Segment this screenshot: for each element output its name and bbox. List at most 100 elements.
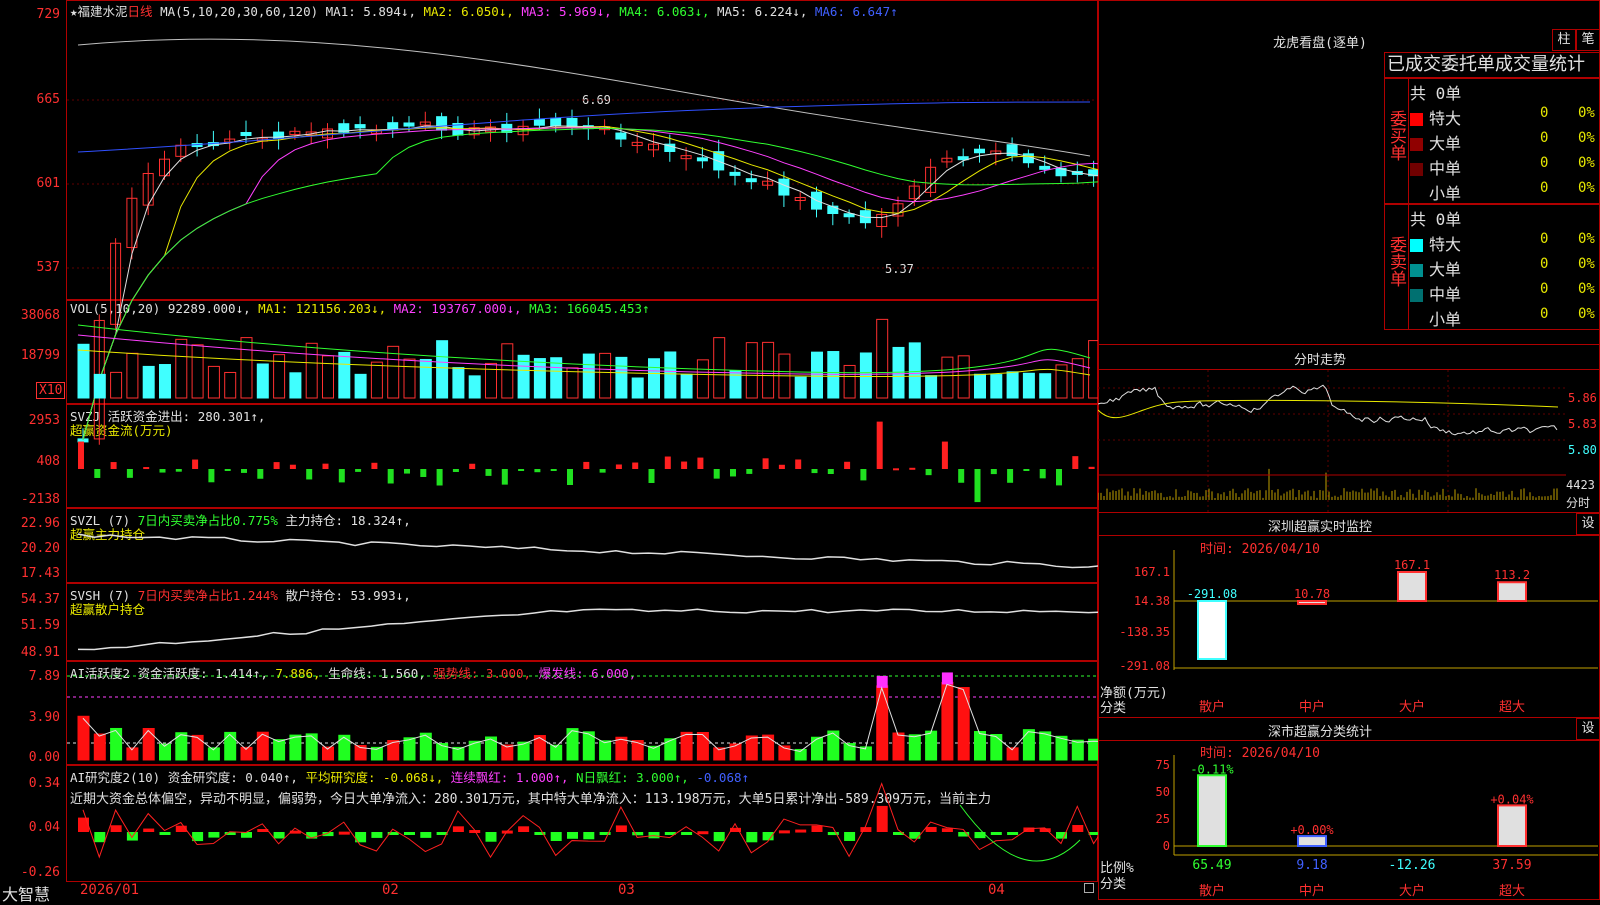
monitor-category-label: 大户 bbox=[1399, 699, 1425, 715]
buy-row-vol: 0 bbox=[1540, 155, 1549, 171]
monitor-value-label: 10.78 bbox=[1294, 587, 1330, 601]
buy-row-vol: 0 bbox=[1540, 130, 1549, 146]
buy-row-pct: 0% bbox=[1578, 130, 1595, 146]
intraday-title: 分时走势 bbox=[1293, 353, 1346, 368]
intraday-chart[interactable] bbox=[1098, 370, 1566, 512]
classify-title: 深市超赢分类统计 bbox=[1267, 725, 1372, 740]
vol-bar bbox=[696, 359, 709, 399]
vol-bar bbox=[93, 373, 106, 399]
tick-mode-button[interactable]: 笔 bbox=[1576, 29, 1600, 51]
sell-side-label: 委卖单 bbox=[1386, 236, 1406, 287]
buy-row: 特大 bbox=[1410, 105, 1461, 129]
svzj-bar bbox=[811, 469, 818, 474]
buy-total: 共 0单 bbox=[1410, 84, 1462, 103]
candle-body bbox=[240, 132, 252, 137]
color-swatch-icon bbox=[1410, 239, 1423, 252]
ai1-bar bbox=[811, 736, 823, 761]
svzj-bar bbox=[241, 469, 247, 473]
classify-bottom-label: 9.18 bbox=[1296, 858, 1327, 873]
classify-y-label: 50 bbox=[1156, 785, 1170, 799]
ai2-bar bbox=[452, 826, 464, 832]
ai2-bar bbox=[1072, 825, 1084, 832]
vol-bar bbox=[305, 342, 318, 399]
svzj-bar bbox=[713, 469, 720, 479]
svzj-bar bbox=[452, 469, 459, 472]
svzj-bar bbox=[990, 469, 997, 475]
vol-bar bbox=[1088, 340, 1098, 399]
svzj-bar bbox=[371, 462, 378, 469]
svzj-bar bbox=[436, 469, 443, 486]
classify-y-label: 0 bbox=[1163, 839, 1170, 853]
sell-row-vol: 0 bbox=[1540, 281, 1549, 297]
ai1-bar bbox=[925, 730, 938, 761]
ai2-bar bbox=[583, 832, 595, 840]
sell-row-name: 大单 bbox=[1429, 260, 1462, 279]
ai2-bar bbox=[990, 832, 1002, 835]
svzj-bar bbox=[1072, 456, 1079, 469]
monitor-title: 深圳超赢实时监控 bbox=[1267, 520, 1372, 535]
monitor-chart: 167.1 14.38 -138.35 -291.08 -291.08 散户 10.78 中户… bbox=[1119, 550, 1598, 715]
ai2-bar bbox=[143, 828, 155, 832]
ai1-bar bbox=[974, 731, 986, 761]
classify-category-label: 中户 bbox=[1299, 883, 1325, 899]
svzj-bar bbox=[126, 469, 133, 478]
monitor-y-label: 14.38 bbox=[1134, 594, 1170, 608]
ai2-bar bbox=[713, 832, 725, 842]
color-swatch-icon bbox=[1410, 289, 1423, 302]
ai1-bar bbox=[403, 737, 416, 761]
ai1-bar bbox=[110, 727, 123, 761]
vol-bar bbox=[843, 364, 856, 399]
candle-body bbox=[1039, 165, 1051, 170]
monitor-y-label: -291.08 bbox=[1119, 659, 1170, 673]
svzj-bar bbox=[518, 469, 525, 471]
monitor-bar bbox=[1397, 571, 1427, 602]
ai2-bar bbox=[420, 832, 432, 838]
vol-bar bbox=[436, 340, 449, 399]
vol-bar bbox=[338, 351, 351, 399]
sell-row: 小单 bbox=[1410, 306, 1461, 330]
svzj-bar bbox=[778, 464, 785, 469]
buy-row-name: 大单 bbox=[1429, 134, 1462, 153]
vol-bar bbox=[207, 365, 220, 399]
main-chart-area[interactable]: ★福建水泥日线 MA(5,10,20,30,60,120) MA1: 5.894… bbox=[0, 0, 1098, 904]
buy-row: 中单 bbox=[1410, 155, 1461, 179]
svzj-bar bbox=[550, 469, 557, 471]
bar-mode-button[interactable]: 柱 bbox=[1552, 29, 1576, 51]
svzj-bar bbox=[827, 469, 834, 474]
candle-body bbox=[696, 157, 708, 162]
buy-row-name: 特大 bbox=[1429, 109, 1462, 128]
vol-bar bbox=[1006, 371, 1019, 399]
ai1-bar bbox=[680, 731, 693, 761]
svzj-bar bbox=[567, 469, 573, 485]
ai1-bar bbox=[599, 740, 612, 761]
ai2-bar bbox=[1007, 832, 1019, 835]
ai1-bar bbox=[273, 739, 286, 761]
ai1-bar bbox=[908, 734, 921, 761]
sell-row-pct: 0% bbox=[1578, 281, 1595, 297]
ai2-red-line bbox=[82, 782, 1098, 859]
ai1-peak-bar bbox=[941, 672, 953, 685]
svzj-bar bbox=[175, 469, 182, 472]
monitor-settings-button[interactable]: 设 bbox=[1576, 513, 1600, 535]
vol-bar bbox=[762, 341, 775, 399]
intraday-vol-unit: 分时 bbox=[1566, 496, 1591, 510]
ai2-bar bbox=[338, 831, 350, 835]
buy-row-name: 中单 bbox=[1429, 159, 1462, 178]
vol-bar bbox=[648, 358, 660, 399]
classify-settings-button[interactable]: 设 bbox=[1576, 718, 1600, 740]
ai1-bar bbox=[159, 743, 171, 761]
svzj-bar bbox=[876, 421, 883, 469]
monitor-y-label: 167.1 bbox=[1134, 565, 1170, 579]
buy-row-vol: 0 bbox=[1540, 180, 1549, 196]
intraday-vol-label: 4423 bbox=[1566, 478, 1595, 492]
ai2-bar bbox=[811, 825, 823, 832]
ai1-bar bbox=[892, 732, 905, 761]
ai2-bar bbox=[404, 832, 415, 835]
ai1-bar bbox=[338, 734, 351, 761]
color-swatch-icon bbox=[1410, 138, 1423, 151]
classify-top-label: -0.11% bbox=[1190, 762, 1234, 776]
ai1-bar bbox=[696, 731, 709, 761]
svzj-bar bbox=[208, 469, 215, 483]
monitor-bar bbox=[1197, 600, 1227, 661]
vol-bar bbox=[1039, 373, 1052, 399]
